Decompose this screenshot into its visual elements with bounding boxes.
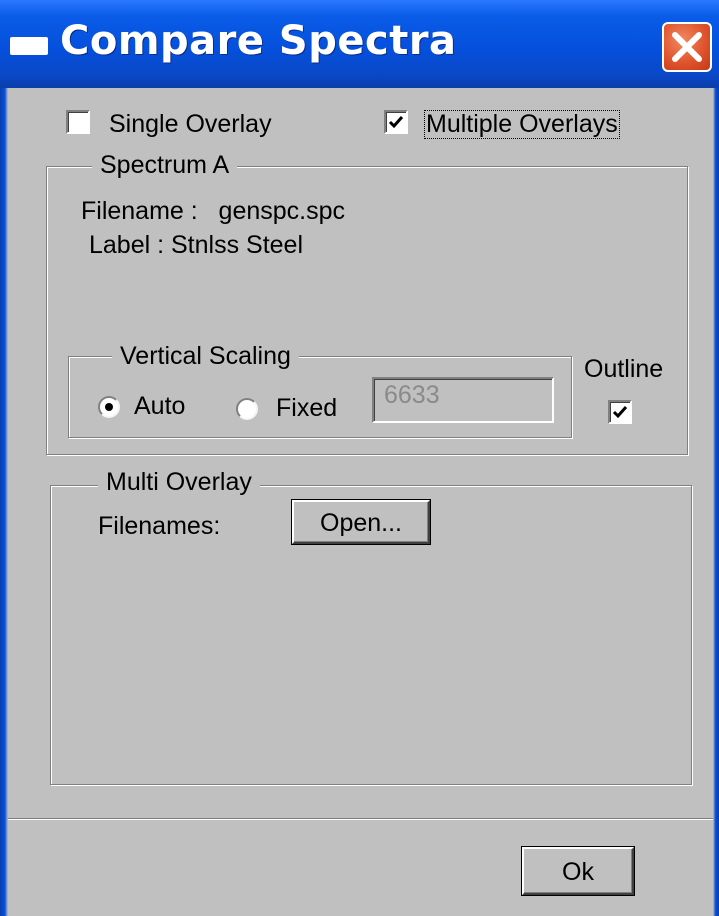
close-x-icon [672, 32, 702, 62]
auto-scaling-label[interactable]: Auto [134, 394, 185, 419]
open-button[interactable]: Open... [292, 500, 430, 544]
fixed-scale-value-field[interactable]: 6633 [372, 377, 554, 423]
checkmark-icon [388, 116, 404, 129]
multiple-overlays-checkbox[interactable] [384, 110, 408, 134]
spectrum-a-group-label: Spectrum A [92, 153, 238, 178]
compare-spectra-dialog: Compare Spectra Single Overlay Multiple … [0, 0, 719, 916]
checkmark-icon [612, 406, 628, 419]
fixed-scaling-label[interactable]: Fixed [276, 396, 337, 421]
outline-label[interactable]: Outline [584, 357, 663, 382]
close-button[interactable] [662, 22, 712, 72]
single-overlay-label[interactable]: Single Overlay [109, 112, 272, 137]
auto-scaling-radio[interactable] [98, 396, 120, 418]
window-left-edge [0, 88, 8, 916]
radio-selected-dot [105, 403, 113, 411]
window-right-edge [713, 88, 719, 916]
single-overlay-checkbox[interactable] [66, 110, 90, 134]
filenames-label: Filenames: [98, 512, 221, 540]
multi-overlay-group-label: Multi Overlay [98, 470, 260, 495]
spectrum-a-filename: Filename : genspc.spc [81, 197, 346, 225]
title-bar[interactable]: Compare Spectra [0, 0, 719, 88]
multiple-overlays-label[interactable]: Multiple Overlays [424, 110, 620, 139]
footer-separator [8, 818, 713, 820]
spectrum-a-label: Label : Stnlss Steel [89, 231, 304, 259]
fixed-scaling-radio[interactable] [236, 398, 258, 420]
vertical-scaling-group-label: Vertical Scaling [112, 344, 299, 369]
window-title: Compare Spectra [60, 18, 457, 64]
outline-checkbox[interactable] [608, 400, 632, 424]
window-system-icon[interactable] [10, 37, 48, 55]
ok-button[interactable]: Ok [522, 847, 634, 895]
